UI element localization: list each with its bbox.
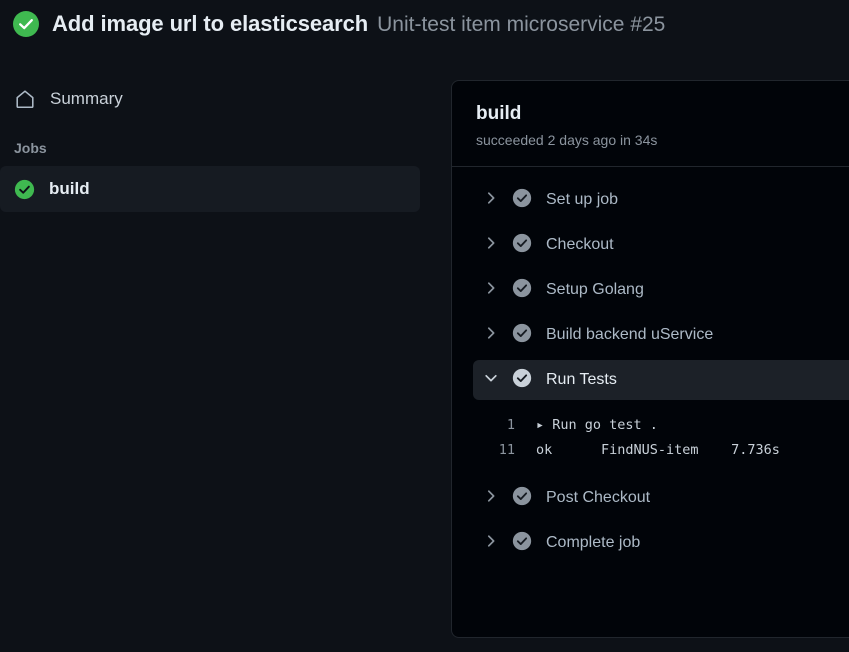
check-circle-icon	[512, 188, 532, 213]
chevron-right-icon[interactable]	[484, 326, 498, 345]
step-row[interactable]: Checkout	[473, 225, 849, 265]
chevron-right-icon[interactable]	[484, 489, 498, 508]
step-row[interactable]: Complete job	[473, 523, 849, 563]
page-title: Add image url to elasticsearch	[52, 11, 369, 36]
step-label: Run Tests	[546, 371, 617, 388]
step-row[interactable]: Post Checkout	[473, 478, 849, 518]
chevron-right-icon[interactable]	[484, 191, 498, 210]
chevron-right-icon[interactable]	[484, 281, 498, 300]
job-detail-panel: build succeeded 2 days ago in 34s Set up…	[451, 80, 849, 638]
sidebar: Summary Jobs build	[0, 76, 420, 212]
job-title: build	[476, 103, 522, 124]
home-icon	[14, 88, 36, 110]
step-row[interactable]: Setup Golang	[473, 270, 849, 310]
sidebar-item-label: build	[49, 179, 90, 198]
step-label: Complete job	[546, 534, 641, 551]
check-circle-icon	[512, 531, 532, 556]
sidebar-item-summary[interactable]: Summary	[0, 76, 420, 122]
step-label: Checkout	[546, 236, 614, 253]
step-label: Post Checkout	[546, 489, 651, 506]
success-check-icon	[12, 10, 40, 38]
log-line-text: ▸ Run go test .	[536, 417, 658, 433]
jobs-section-heading: Jobs	[14, 140, 47, 156]
success-check-icon	[14, 179, 35, 200]
step-label: Set up job	[546, 191, 619, 208]
step-row[interactable]: Build backend uService	[473, 315, 849, 355]
chevron-right-icon[interactable]	[484, 236, 498, 255]
job-steps-list: Set up job Checkout Setup Golang Build b…	[452, 167, 849, 563]
job-header: build succeeded 2 days ago in 34s	[452, 81, 849, 167]
workflow-subtitle: Unit-test item microservice #25	[377, 13, 666, 36]
check-circle-icon	[512, 233, 532, 258]
sidebar-item-label: Summary	[50, 89, 123, 108]
log-line: 11 ok FindNUS-item 7.736s	[452, 438, 849, 463]
check-circle-icon	[512, 323, 532, 348]
log-line-number: 1	[506, 417, 515, 433]
job-status-line: succeeded 2 days ago in 34s	[476, 132, 658, 148]
sidebar-item-build[interactable]: build	[0, 166, 420, 212]
step-row-run-tests[interactable]: Run Tests	[473, 360, 849, 400]
log-line-text: ok FindNUS-item 7.736s	[536, 442, 780, 458]
log-line: 1 ▸ Run go test .	[452, 413, 849, 438]
chevron-right-icon[interactable]	[484, 534, 498, 553]
step-row[interactable]: Set up job	[473, 180, 849, 220]
chevron-down-icon[interactable]	[484, 371, 498, 390]
log-line-number: 11	[498, 442, 515, 458]
step-label: Setup Golang	[546, 281, 644, 298]
check-circle-icon	[512, 368, 532, 393]
run-header: Add image url to elasticsearch Unit-test…	[0, 0, 849, 48]
step-log-output[interactable]: 1 ▸ Run go test . 11 ok FindNUS-item 7.7…	[452, 405, 849, 473]
run-title-group: Add image url to elasticsearch Unit-test…	[52, 11, 665, 37]
check-circle-icon	[512, 486, 532, 511]
step-label: Build backend uService	[546, 326, 714, 343]
check-circle-icon	[512, 278, 532, 303]
